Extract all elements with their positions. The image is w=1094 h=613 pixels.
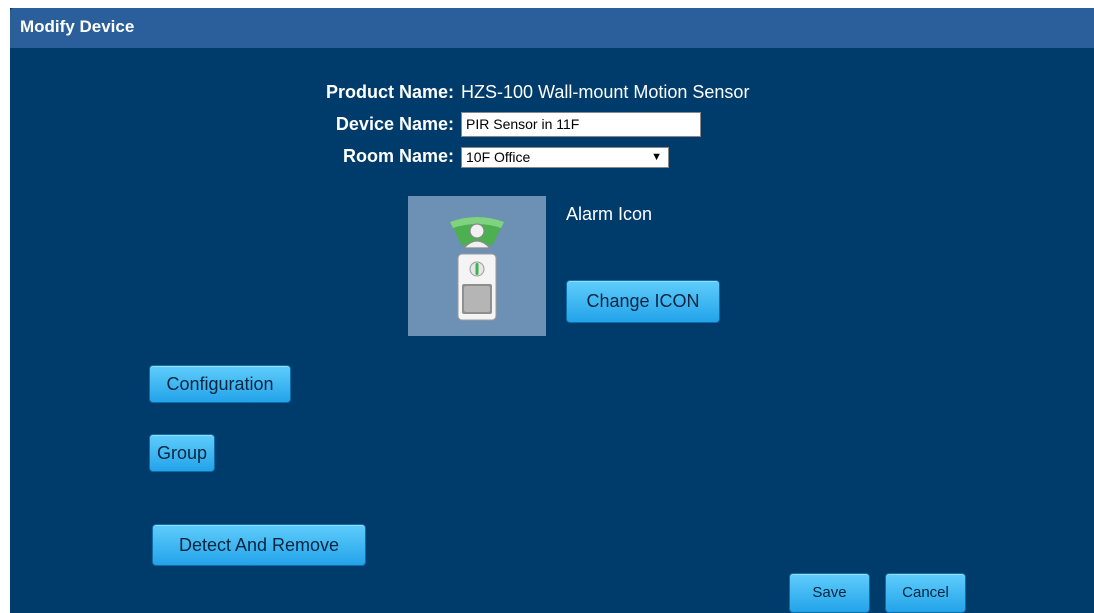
- cancel-button[interactable]: Cancel: [885, 573, 966, 613]
- save-button[interactable]: Save: [789, 573, 870, 613]
- group-button[interactable]: Group: [149, 434, 215, 472]
- dialog-titlebar: Modify Device: [10, 8, 1094, 48]
- room-name-select[interactable]: 10F Office ▼: [461, 147, 669, 168]
- alarm-icon-label: Alarm Icon: [566, 204, 653, 224]
- motion-sensor-icon: [450, 217, 504, 321]
- modify-device-dialog: Modify Device Product Name: HZS-100 Wall…: [10, 8, 1094, 613]
- chevron-down-icon: ▼: [651, 151, 662, 163]
- room-name-label: Room Name:: [342, 146, 454, 166]
- room-name-selected-value: 10F Office: [466, 149, 531, 165]
- change-icon-button[interactable]: Change ICON: [566, 280, 720, 323]
- device-name-input[interactable]: PIR Sensor in 11F: [461, 112, 701, 137]
- detect-and-remove-button[interactable]: Detect And Remove: [152, 524, 366, 566]
- configuration-button[interactable]: Configuration: [149, 365, 291, 403]
- product-name-label: Product Name:: [325, 82, 454, 102]
- device-name-label: Device Name:: [335, 114, 454, 134]
- dialog-title: Modify Device: [20, 17, 135, 36]
- alarm-icon-preview: [408, 196, 546, 336]
- product-name-value: HZS-100 Wall-mount Motion Sensor: [461, 82, 750, 102]
